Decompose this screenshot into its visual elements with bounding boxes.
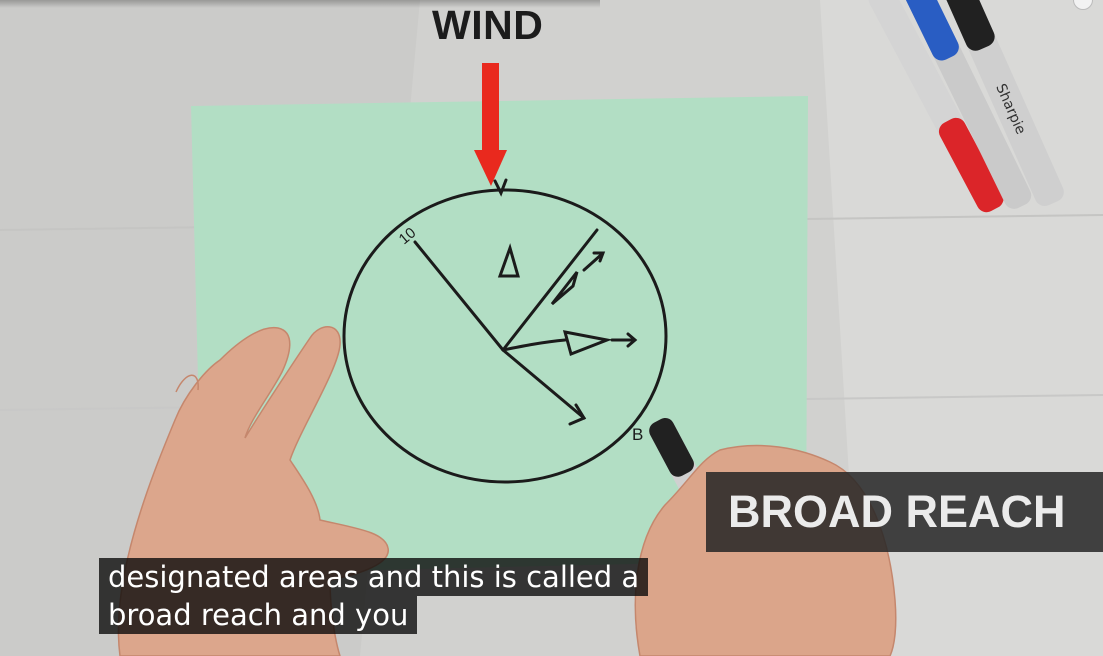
wind-label: WIND [432,2,544,48]
captions: designated areas and this is called a br… [99,558,649,634]
lower-third-banner: BROAD REACH [706,472,1103,552]
caption-line-2: broad reach and you [99,596,418,634]
caption-line-1: designated areas and this is called a [99,558,649,596]
lower-third-text: BROAD REACH [728,486,1066,537]
